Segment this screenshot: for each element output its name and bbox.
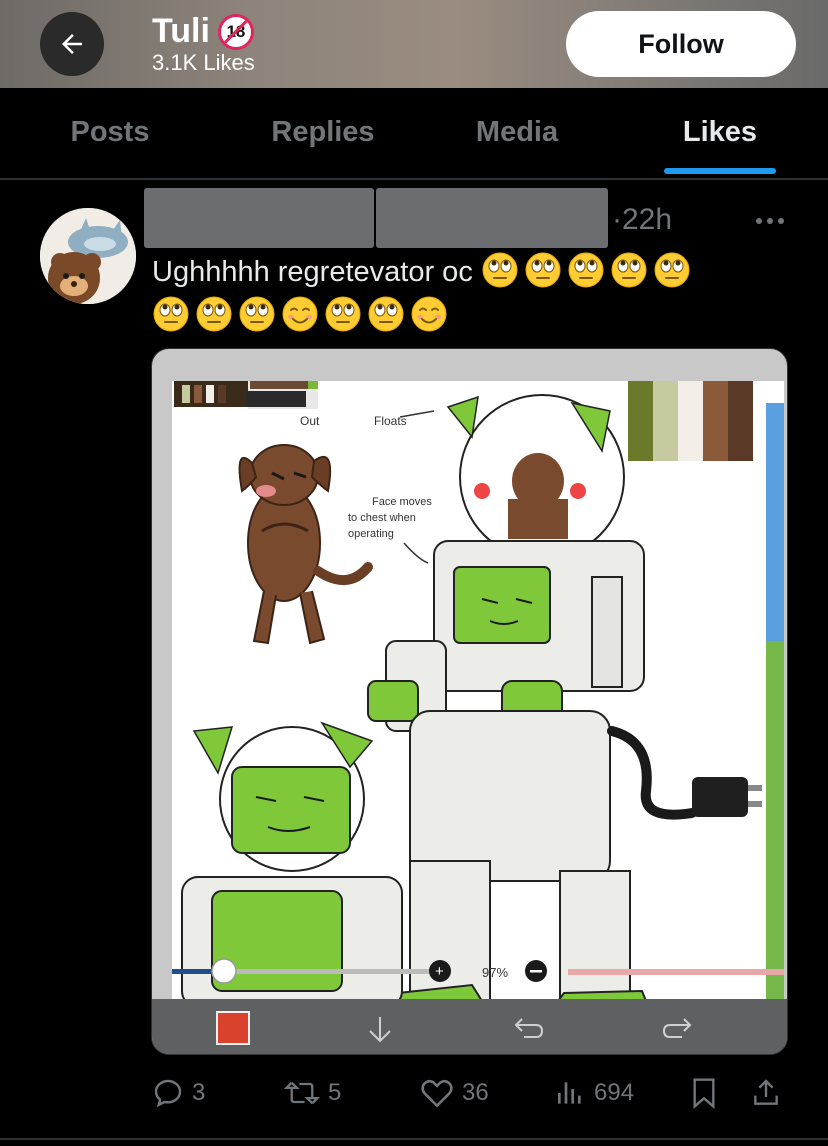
palette-swatch xyxy=(653,381,678,461)
tab-likes-label: Likes xyxy=(682,115,758,148)
zoom-level: 97% xyxy=(482,965,508,980)
palette-swatch xyxy=(678,381,703,461)
palette-swatch xyxy=(628,381,653,461)
avatar-image xyxy=(40,208,136,304)
arrow-left-icon xyxy=(62,34,82,54)
tabs-divider xyxy=(0,178,828,180)
face-with-rolling-eyes-icon xyxy=(611,252,647,288)
zoom-in-glyph: + xyxy=(435,963,444,980)
more-options-button[interactable] xyxy=(752,206,788,236)
robot-character-sketch xyxy=(367,394,762,1002)
share-button[interactable] xyxy=(750,1068,782,1118)
smiling-face-icon xyxy=(282,296,318,332)
heart-icon xyxy=(421,1079,453,1108)
active-tab-indicator xyxy=(664,168,776,174)
profile-name-text: Tuli xyxy=(152,12,210,50)
age-badge-text: 18 xyxy=(226,21,246,41)
analytics-icon xyxy=(558,1082,581,1104)
reply-icon xyxy=(154,1079,182,1108)
profile-header: Tuli 18 3.1K Likes Follow xyxy=(0,0,828,88)
tab-replies-label: Replies xyxy=(271,115,375,148)
like-button[interactable]: 36 xyxy=(420,1068,489,1118)
face-with-rolling-eyes-icon xyxy=(368,296,404,332)
tab-likes[interactable]: Likes xyxy=(664,88,776,176)
views-button[interactable]: 694 xyxy=(554,1068,634,1118)
color-palette-swatches xyxy=(628,381,753,461)
annotation-face-2: to chest when xyxy=(348,512,416,524)
redacted-handle xyxy=(376,188,608,248)
post-actions: 3 5 36 694 xyxy=(0,1068,828,1118)
views-count: 694 xyxy=(594,1079,635,1106)
annotation-out: Out xyxy=(300,414,320,428)
face-with-rolling-eyes-icon xyxy=(196,296,232,332)
emoji-row-2 xyxy=(152,296,453,332)
follow-button[interactable]: Follow xyxy=(566,11,796,77)
bookmark-icon xyxy=(693,1078,715,1109)
more-horizontal-icon xyxy=(756,218,784,224)
drawing-app-toolbar xyxy=(152,999,787,1054)
artwork-canvas: Out Floats Face moves to chest when oper… xyxy=(152,381,784,1008)
dog-character-sketch xyxy=(238,444,373,645)
tab-posts[interactable]: Posts xyxy=(40,88,180,176)
robot-head-sketch xyxy=(181,721,403,1008)
post-timestamp[interactable]: ·22h xyxy=(612,203,672,237)
zoom-slider-handle[interactable] xyxy=(211,958,237,984)
profile-tabs: Posts Replies Media Likes xyxy=(0,88,828,176)
post-media-image[interactable]: Out Floats Face moves to chest when oper… xyxy=(151,348,788,1055)
back-button[interactable] xyxy=(40,12,104,76)
repost-button[interactable]: 5 xyxy=(284,1068,341,1118)
annotation-face-1: Face moves xyxy=(372,496,432,508)
repost-count: 5 xyxy=(328,1079,342,1106)
face-with-rolling-eyes-icon xyxy=(525,252,561,288)
like-count: 36 xyxy=(462,1079,489,1106)
redacted-display-name xyxy=(144,188,374,248)
post-text: Ughhhhh regretevator oc xyxy=(152,250,792,338)
face-with-rolling-eyes-icon xyxy=(239,296,275,332)
undo-icon[interactable] xyxy=(512,1013,546,1043)
color-swatch-button[interactable] xyxy=(216,1011,250,1045)
repost-icon xyxy=(284,1081,320,1105)
likes-count: 3.1K Likes xyxy=(152,50,255,75)
face-with-rolling-eyes-icon xyxy=(482,252,518,288)
face-with-rolling-eyes-icon xyxy=(568,252,604,288)
artwork-drawing: Out Floats Face moves to chest when oper… xyxy=(152,381,784,1008)
face-with-rolling-eyes-icon xyxy=(654,252,690,288)
post-body-text: Ughhhhh regretevator oc xyxy=(152,256,473,288)
face-with-rolling-eyes-icon xyxy=(325,296,361,332)
profile-name: Tuli 18 xyxy=(152,12,254,51)
tab-media[interactable]: Media xyxy=(452,88,582,176)
palette-swatch xyxy=(703,381,728,461)
tab-replies[interactable]: Replies xyxy=(248,88,398,176)
avatar[interactable] xyxy=(40,208,136,304)
tab-posts-label: Posts xyxy=(70,115,150,148)
post-divider xyxy=(0,1138,828,1140)
palette-swatch xyxy=(728,381,753,461)
reply-button[interactable]: 3 xyxy=(152,1068,205,1118)
face-with-rolling-eyes-icon xyxy=(153,296,189,332)
tab-media-label: Media xyxy=(475,115,559,148)
smiling-face-icon xyxy=(411,296,447,332)
download-icon[interactable] xyxy=(364,1013,396,1047)
annotation-face-3: operating xyxy=(348,528,394,540)
age-restricted-icon: 18 xyxy=(217,13,254,50)
bookmark-button[interactable] xyxy=(690,1068,718,1118)
share-icon xyxy=(754,1079,778,1105)
reply-count: 3 xyxy=(192,1079,206,1106)
redo-icon[interactable] xyxy=(660,1013,694,1043)
emoji-row-1 xyxy=(481,252,696,288)
